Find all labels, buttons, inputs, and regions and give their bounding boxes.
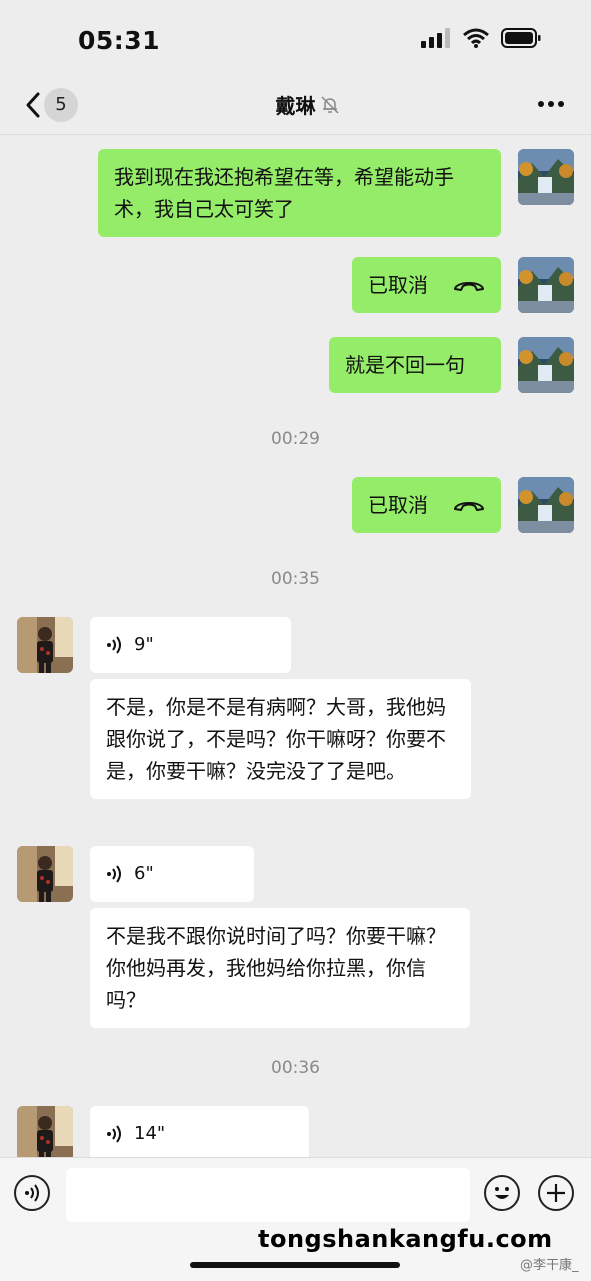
message-input[interactable]	[66, 1168, 470, 1222]
voice-wave-icon	[107, 636, 121, 654]
plus-icon	[547, 1184, 565, 1202]
voice-duration: 9"	[134, 634, 154, 655]
home-indicator[interactable]	[190, 1262, 400, 1268]
landscape-avatar-icon	[518, 257, 574, 313]
self-call-cancelled-bubble[interactable]: 已取消	[352, 477, 501, 533]
message-text: 我到现在我还抱希望在等，希望能动手术，我自己太可笑了	[114, 165, 454, 221]
phone-handset-icon	[454, 282, 484, 291]
voice-message-bubble[interactable]: 9"	[90, 617, 291, 673]
weibo-watermark: @李干康_	[520, 1258, 579, 1273]
status-time: 05:31	[78, 26, 161, 55]
person-avatar-icon	[17, 846, 73, 902]
site-watermark: tongshankangfu.com	[258, 1225, 553, 1253]
chat-message-list[interactable]: 我到现在我还抱希望在等，希望能动手术，我自己太可笑了 已取消 就是不回一句 00…	[0, 135, 591, 1157]
status-icons	[421, 28, 541, 48]
person-avatar-icon	[17, 617, 73, 673]
timestamp: 00:29	[271, 429, 320, 449]
timestamp: 00:36	[271, 1058, 320, 1078]
signal-icon	[421, 28, 450, 48]
landscape-avatar-icon	[518, 477, 574, 533]
status-bar: 05:31	[0, 0, 591, 78]
message-text: 就是不回一句	[345, 353, 465, 377]
add-attachment-button[interactable]	[538, 1175, 574, 1211]
self-message-bubble[interactable]: 我到现在我还抱希望在等，希望能动手术，我自己太可笑了	[98, 149, 501, 237]
message-text: 不是我不跟你说时间了吗？你要干嘛？你他妈再发，我他妈给你拉黑，你信吗？	[106, 924, 446, 1012]
contact-avatar[interactable]	[17, 846, 73, 902]
contact-name-title: 戴琳	[275, 94, 316, 118]
self-message-bubble[interactable]: 就是不回一句	[329, 337, 501, 393]
other-message-bubble[interactable]: 不是我不跟你说时间了吗？你要干嘛？你他妈再发，我他妈给你拉黑，你信吗？	[90, 908, 470, 1028]
wifi-icon	[463, 28, 489, 48]
battery-icon	[501, 28, 541, 48]
mute-bell-icon	[321, 96, 339, 114]
call-status-text: 已取消	[368, 493, 428, 517]
self-avatar[interactable]	[518, 477, 574, 533]
contact-avatar[interactable]	[17, 1106, 73, 1157]
voice-duration: 6"	[134, 863, 154, 884]
chat-header: 5 戴琳	[0, 78, 591, 135]
self-avatar[interactable]	[518, 337, 574, 393]
voice-wave-icon	[25, 1184, 39, 1202]
emoji-button[interactable]	[484, 1175, 520, 1211]
person-avatar-icon	[17, 1106, 73, 1157]
landscape-avatar-icon	[518, 149, 574, 205]
landscape-avatar-icon	[518, 337, 574, 393]
timestamp: 00:35	[271, 569, 320, 589]
contact-avatar[interactable]	[17, 617, 73, 673]
voice-input-button[interactable]	[14, 1175, 50, 1211]
phone-handset-icon	[454, 502, 484, 511]
voice-wave-icon	[107, 865, 121, 883]
message-text: 不是，你是不是有病啊？大哥，我他妈跟你说了，不是吗？你干嘛呀？你要不是，你要干嘛…	[106, 695, 446, 783]
self-avatar[interactable]	[518, 257, 574, 313]
self-avatar[interactable]	[518, 149, 574, 205]
call-status-text: 已取消	[368, 273, 428, 297]
more-options-icon[interactable]	[537, 100, 565, 108]
voice-message-bubble[interactable]: 14"	[90, 1106, 309, 1157]
other-message-bubble[interactable]: 不是，你是不是有病啊？大哥，我他妈跟你说了，不是吗？你干嘛呀？你要不是，你要干嘛…	[90, 679, 471, 799]
smiley-icon	[495, 1187, 509, 1199]
voice-wave-icon	[107, 1125, 121, 1143]
self-call-cancelled-bubble[interactable]: 已取消	[352, 257, 501, 313]
voice-duration: 14"	[134, 1123, 166, 1144]
voice-message-bubble[interactable]: 6"	[90, 846, 254, 902]
